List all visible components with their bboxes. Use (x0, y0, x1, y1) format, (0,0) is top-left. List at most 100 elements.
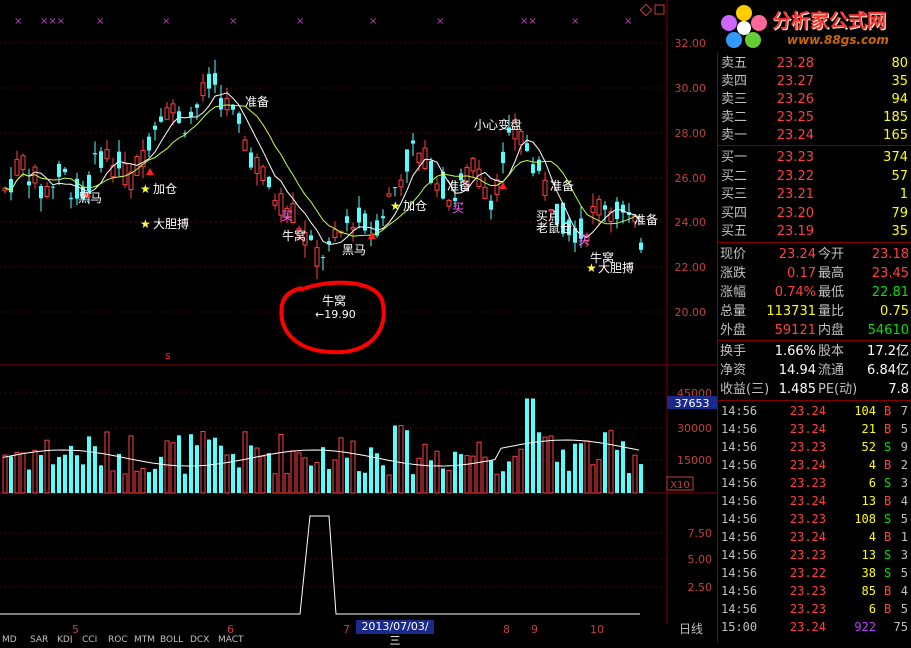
tab-indicator[interactable]: KDJ (57, 635, 73, 643)
brand-url: www.88gs.com (787, 33, 889, 47)
tab-period-daily[interactable]: 日线 (679, 620, 703, 637)
annot-zhunbei: 准备 (245, 95, 269, 109)
volume-bar (309, 465, 313, 493)
bid-row: 买一 23.23 374 (718, 149, 911, 167)
marker-x: × (96, 16, 104, 27)
price-tick: 26.00 (675, 172, 707, 185)
bid-label: 买三 (721, 187, 748, 202)
tab-indicator[interactable]: SAR (30, 635, 48, 643)
volume-bar (20, 452, 26, 494)
tab-indicator[interactable]: BOLL (160, 635, 183, 643)
tick-price: 23.24 (789, 620, 826, 634)
candle-body (39, 186, 43, 199)
volume-bar (584, 440, 590, 494)
candle-body (267, 176, 271, 188)
tick-count: 9 (900, 440, 908, 454)
candle-body (501, 151, 505, 164)
volume-bar (87, 436, 91, 493)
volume-bar (590, 464, 596, 494)
volume-bar (237, 467, 241, 493)
candle-body (411, 140, 415, 144)
volume-bar (542, 436, 548, 494)
volume-bar (147, 472, 151, 493)
annot-laoshu: 老鼠仓 (536, 221, 572, 235)
volume-bar (345, 457, 349, 493)
tick-volume: 13 (861, 494, 876, 508)
stat-key: 最高 (818, 266, 845, 281)
tick-count: 5 (900, 566, 908, 580)
candle-body (405, 149, 409, 172)
stat-value: 7.8 (888, 382, 909, 397)
kline-chart[interactable]: × ××× × × × × × × ×× × × 32.00 30.00 28.… (0, 0, 717, 643)
tick-time: 14:56 (721, 440, 758, 454)
stat-row: 涨跌 0.17 最高 23.45 (718, 264, 911, 284)
tick-volume: 52 (861, 440, 876, 454)
volume-bar (393, 425, 397, 493)
tick-volume: 4 (868, 530, 876, 544)
candle-body (57, 163, 61, 177)
indicator-line (0, 515, 640, 615)
volume-bar (422, 443, 428, 494)
volume-bar (128, 435, 134, 494)
bid-price: 23.19 (776, 224, 814, 239)
ask-row: 卖三 23.26 94 (718, 91, 911, 109)
candle-body (350, 227, 356, 230)
volume-bar (290, 450, 296, 494)
volume-bar (134, 470, 140, 494)
volume-current-badge: 37653 (675, 397, 710, 410)
chart-area[interactable]: × ××× × × × × × × ×× × × 32.00 30.00 28.… (0, 0, 717, 647)
tab-indicator[interactable]: MTM (134, 635, 155, 643)
bid-row: 买五 23.19 35 (718, 223, 911, 241)
flower-logo-icon (721, 5, 767, 48)
volume-bar (296, 452, 302, 494)
volume-bar (531, 398, 535, 493)
volume-bar (32, 449, 38, 494)
candle-body (332, 229, 338, 238)
volume-bar (327, 469, 331, 493)
volume-bar (386, 474, 392, 494)
volume-bar (122, 473, 128, 494)
volume-bar (608, 430, 614, 494)
tab-indicator[interactable]: CCI (82, 635, 97, 643)
candle-body (200, 82, 206, 97)
annot-dadanbo: 大胆搏 (153, 217, 189, 231)
volume-bar (213, 437, 217, 493)
tick-price: 23.23 (789, 584, 826, 598)
volume-bar (603, 432, 607, 493)
annot-niuwo: 牛窝 (282, 228, 306, 243)
bid-price: 23.21 (776, 187, 814, 202)
tick-row: 14:56 23.23 6 S 3 (718, 474, 911, 492)
candle-body (386, 193, 392, 197)
candle-body (363, 213, 367, 231)
candle-body (596, 198, 602, 216)
candle-body (153, 125, 157, 130)
candle-body (117, 151, 121, 169)
tab-indicator[interactable]: ROC (108, 635, 128, 643)
month-label: 9 (531, 623, 538, 636)
tick-row: 14:56 23.24 13 B 4 (718, 492, 911, 510)
annot-niuwo: 牛窝 (322, 293, 346, 308)
candle-body (44, 186, 50, 197)
annot-jiacang: 加仓 (153, 182, 177, 196)
stat-value: 1.66% (774, 344, 816, 359)
tick-time: 14:56 (721, 494, 758, 508)
tick-row: 14:56 23.24 104 B 7 (718, 402, 911, 420)
tab-indicator[interactable]: MACT (218, 635, 244, 643)
bid-volume: 79 (891, 205, 908, 221)
month-label: 5 (72, 623, 79, 636)
tick-time: 14:56 (721, 530, 758, 544)
volume-bar (464, 455, 470, 494)
volume-bar (446, 469, 452, 494)
tab-indicator[interactable]: DCX (190, 635, 209, 643)
tick-count: 3 (900, 548, 908, 562)
candle-body (476, 168, 482, 187)
bid-label: 买二 (721, 168, 748, 184)
bid-price: 23.22 (776, 168, 814, 184)
tab-indicator[interactable]: MD (2, 635, 17, 643)
volume-bar (512, 455, 518, 494)
tick-count: 7 (900, 404, 908, 418)
candle-body (446, 199, 452, 207)
bid-volume: 1 (899, 187, 908, 202)
stat-key: 外盘 (720, 323, 747, 338)
volume-bar (470, 455, 476, 494)
